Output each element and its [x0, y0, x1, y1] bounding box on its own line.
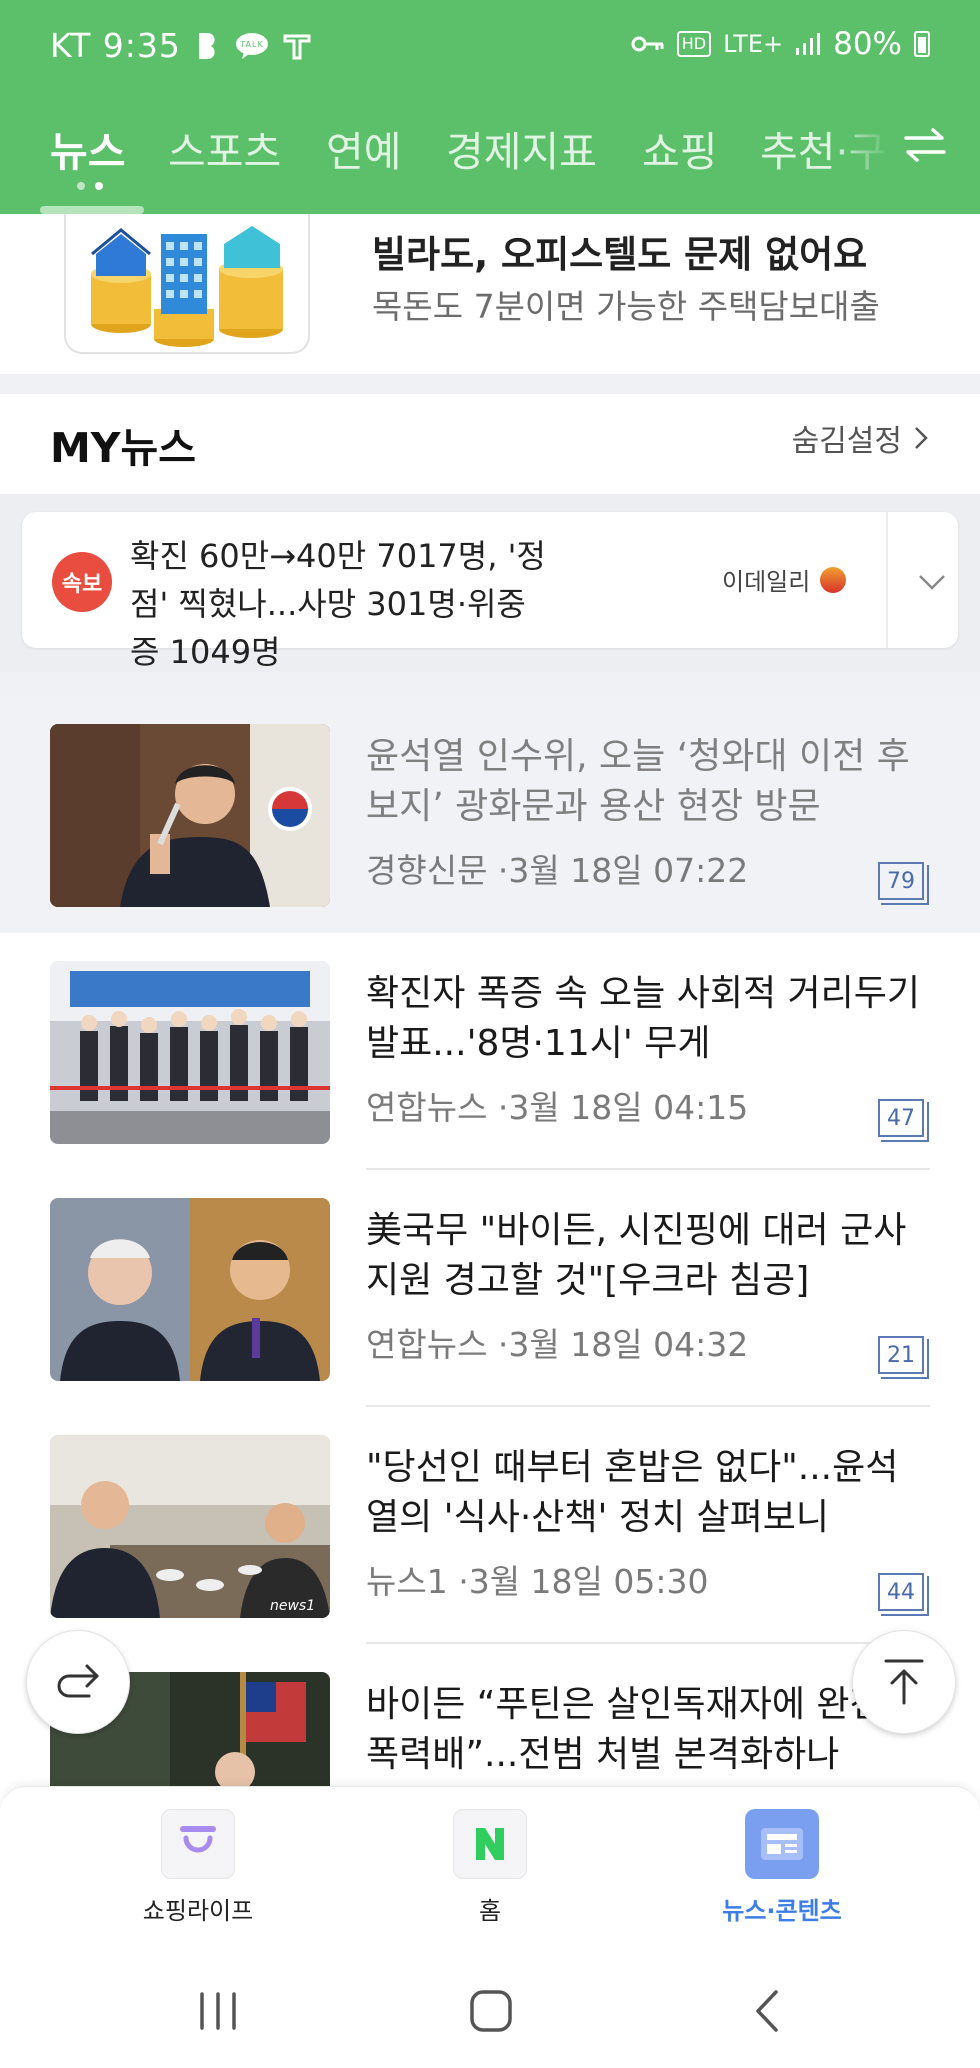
- nav-label: 쇼핑라이프: [142, 1897, 254, 1925]
- carrier-time: KT 9:35: [50, 26, 181, 65]
- share-arrow-icon: [57, 1664, 99, 1698]
- breaking-badge: 속보: [52, 552, 112, 612]
- nav-label: 뉴스·콘텐츠: [722, 1897, 842, 1925]
- swap-arrows-icon[interactable]: [900, 120, 950, 170]
- svg-text:TALK: TALK: [239, 40, 263, 49]
- status-right: HD LTE+ 80%: [631, 26, 930, 62]
- news-meta: 경향신문 ·3월 18일 07:22: [366, 851, 749, 890]
- network-type: LTE+: [723, 30, 784, 58]
- kakaotalk-icon: TALK: [235, 32, 269, 60]
- section-gap: [0, 672, 980, 696]
- my-news-header: MY뉴스 숨김설정: [0, 394, 980, 494]
- tab-economy[interactable]: 경제지표: [446, 118, 597, 178]
- news-item[interactable]: news1 "당선인 때부터 혼밥은 없다"...윤석열의 '식사·산책' 정치…: [0, 1407, 980, 1644]
- nav-label: 홈: [478, 1897, 502, 1925]
- press-name[interactable]: 이데일리: [722, 562, 847, 597]
- news-thumbnail-testing-line: [50, 961, 330, 1144]
- status-bar: KT 9:35 TALK HD LTE+ 80%: [0, 0, 980, 95]
- hd-voice-icon: HD: [676, 31, 712, 57]
- app-header: KT 9:35 TALK HD LTE+ 80% 뉴스 스포츠 연예 경제지표 …: [0, 0, 980, 214]
- news-thumbnail-dinner: news1: [50, 1435, 330, 1618]
- news-thumbnail-yoon-phone: [50, 724, 330, 907]
- news-item[interactable]: 윤석열 인수위, 오늘 ‘청와대 이전 후보지’ 광화문과 용산 현장 방문 경…: [0, 696, 980, 933]
- news-title[interactable]: 확진자 폭증 속 오늘 사회적 거리두기 발표...'8명·11시' 무게: [366, 969, 926, 1069]
- comment-count[interactable]: 47: [878, 1099, 929, 1142]
- active-tab-indicator: [40, 206, 144, 214]
- key-icon: [631, 34, 665, 54]
- press-label: 이데일리: [722, 568, 811, 596]
- breaking-news-section: 속보 확진 60만→40만 7017명, '정점' 찍혔나...사망 301명·…: [0, 494, 980, 672]
- back-icon[interactable]: [750, 1988, 784, 2034]
- news-item[interactable]: 바이든 “푸틴은 살인독재자에 완전한 폭력배”...전범 처벌 본격화하나: [0, 1644, 980, 1786]
- nav-news-content[interactable]: 뉴스·콘텐츠: [682, 1809, 882, 1926]
- ad-title: 빌라도, 오피스텔도 문제 없어요: [372, 233, 868, 276]
- svg-text:news1: news1: [270, 1598, 315, 1614]
- news-content-icon: [745, 1809, 819, 1879]
- news-item[interactable]: 확진자 폭증 속 오늘 사회적 거리두기 발표...'8명·11시' 무게 연합…: [0, 933, 980, 1170]
- arrow-up-icon: [884, 1659, 924, 1705]
- naver-home-icon: [453, 1809, 527, 1879]
- hide-setting-link[interactable]: 숨김설정: [792, 416, 930, 460]
- news-title[interactable]: 美국무 "바이든, 시진핑에 대러 군사지원 경고할 것"[우크라 침공]: [366, 1206, 926, 1306]
- battery-icon: [914, 31, 930, 57]
- share-button[interactable]: [26, 1630, 130, 1734]
- section-gap: [0, 374, 980, 394]
- bottom-nav: 쇼핑라이프 홈 뉴스·콘텐츠: [0, 1786, 980, 1946]
- recent-apps-icon[interactable]: [196, 1990, 240, 2032]
- b-app-icon: [195, 31, 221, 61]
- ad-banner[interactable]: 빌라도, 오피스텔도 문제 없어요 목돈도 7분이면 가능한 주택담보대출: [0, 214, 980, 374]
- hide-setting-label: 숨김설정: [791, 424, 902, 459]
- edaily-logo-icon: [820, 566, 847, 593]
- nav-home[interactable]: 홈: [390, 1809, 590, 1926]
- page-dot: [95, 182, 103, 190]
- divider: [886, 512, 888, 648]
- page-dot: [77, 182, 85, 190]
- shopping-life-icon: [161, 1809, 235, 1879]
- nav-shopping-life[interactable]: 쇼핑라이프: [98, 1809, 298, 1926]
- tab-sports[interactable]: 스포츠: [168, 118, 281, 178]
- news-meta: 뉴스1 ·3월 18일 05:30: [366, 1562, 709, 1601]
- news-thumbnail-biden-xi: [50, 1198, 330, 1381]
- page-dots: [77, 182, 103, 190]
- chevron-down-icon[interactable]: [912, 562, 952, 602]
- my-news-title: MY뉴스: [50, 424, 196, 472]
- news-meta: 연합뉴스 ·3월 18일 04:15: [366, 1088, 749, 1127]
- news-title[interactable]: "당선인 때부터 혼밥은 없다"...윤석열의 '식사·산책' 정치 살펴보니: [366, 1443, 926, 1543]
- battery-percent: 80%: [833, 26, 902, 62]
- news-meta: 연합뉴스 ·3월 18일 04:32: [366, 1325, 749, 1364]
- signal-icon: [795, 32, 821, 56]
- news-item[interactable]: 美국무 "바이든, 시진핑에 대러 군사지원 경고할 것"[우크라 침공] 연합…: [0, 1170, 980, 1407]
- home-icon[interactable]: [468, 1988, 514, 2034]
- ad-house-coins-image: [64, 214, 310, 354]
- comment-count[interactable]: 44: [878, 1573, 929, 1616]
- news-title[interactable]: 바이든 “푸틴은 살인독재자에 완전한 폭력배”...전범 처벌 본격화하나: [366, 1680, 926, 1780]
- ad-subtitle: 목돈도 7분이면 가능한 주택담보대출: [372, 287, 880, 326]
- tab-entertainment[interactable]: 연예: [326, 118, 401, 178]
- scroll-top-button[interactable]: [852, 1630, 956, 1734]
- breaking-news-card[interactable]: 속보 확진 60만→40만 7017명, '정점' 찍혔나...사망 301명·…: [22, 512, 958, 671]
- comment-count[interactable]: 79: [878, 862, 929, 905]
- chevron-right-icon: [915, 427, 928, 449]
- tab-fade: [830, 108, 890, 188]
- t-app-icon: [283, 32, 311, 60]
- tab-news[interactable]: 뉴스: [50, 118, 125, 178]
- status-left: KT 9:35 TALK: [50, 26, 311, 65]
- news-list: 윤석열 인수위, 오늘 ‘청와대 이전 후보지’ 광화문과 용산 현장 방문 경…: [0, 696, 980, 1786]
- news-title[interactable]: 윤석열 인수위, 오늘 ‘청와대 이전 후보지’ 광화문과 용산 현장 방문: [366, 732, 926, 832]
- system-nav-bar: [0, 1946, 980, 2068]
- comment-count[interactable]: 21: [878, 1336, 929, 1379]
- tab-shopping[interactable]: 쇼핑: [642, 118, 717, 178]
- breaking-headline[interactable]: 확진 60만→40만 7017명, '정점' 찍혔나...사망 301명·위중증…: [130, 532, 550, 676]
